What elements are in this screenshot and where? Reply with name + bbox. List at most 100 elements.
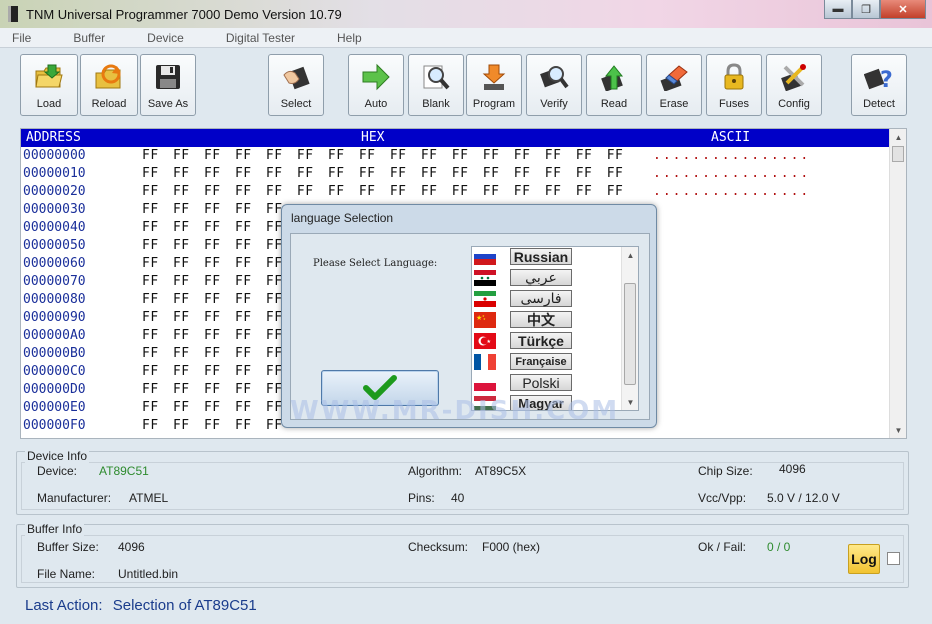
pins-label: Pins: [408, 491, 435, 505]
chip-size-value: 4096 [779, 462, 806, 476]
watermark: WWW.MR-DISH.COM [290, 396, 620, 426]
manufacturer-label: Manufacturer: [37, 491, 112, 505]
minimize-button[interactable]: ▬ [824, 0, 852, 19]
language-scroll-thumb[interactable] [624, 283, 636, 385]
language-label-french: Française [510, 353, 572, 370]
lock-icon [719, 62, 749, 92]
svg-text:★: ★ [483, 317, 486, 321]
checksum-value: F000 (hex) [482, 540, 541, 554]
hex-address: 00000040 [23, 220, 86, 235]
language-selection-dialog: language Selection Please Select Languag… [281, 204, 657, 428]
hex-address: 00000050 [23, 238, 86, 253]
hex-ascii: ................ [653, 166, 811, 181]
hex-bytes: FF FF FF FF FF [142, 382, 283, 397]
hex-scroll-thumb[interactable] [892, 146, 904, 162]
window-title: TNM Universal Programmer 7000 Demo Versi… [26, 6, 342, 22]
language-prompt: Please Select Language: [313, 258, 438, 269]
hex-address: 000000F0 [23, 418, 86, 433]
verify-magnifier-icon [539, 62, 569, 92]
hex-address: 000000C0 [23, 364, 86, 379]
hex-bytes: FF FF FF FF FF [142, 346, 283, 361]
language-label-turkish: Türkçe [510, 332, 572, 349]
language-scroll-up-icon[interactable]: ▲ [622, 247, 638, 263]
scroll-up-icon[interactable]: ▲ [890, 129, 906, 145]
checksum-label: Checksum: [408, 540, 469, 554]
eraser-icon [659, 62, 689, 92]
buffer-info-group: Buffer Info Buffer Size: 4096 Checksum: … [16, 522, 909, 588]
hex-row[interactable]: 00000000 FF FF FF FF FF FF FF FF FF FF FF… [21, 147, 889, 165]
vcc-value: 5.0 V / 12.0 V [767, 491, 840, 505]
auto-button[interactable]: Auto [348, 54, 404, 116]
hex-bytes: FF FF FF FF FF [142, 400, 283, 415]
scroll-down-icon[interactable]: ▼ [890, 422, 906, 438]
window-controls: ▬ ❐ ✕ [824, 0, 926, 19]
config-button[interactable]: Config [766, 54, 822, 116]
language-scrollbar[interactable]: ▲ ▼ [621, 247, 638, 410]
erase-button[interactable]: Erase [646, 54, 702, 116]
language-item-russian[interactable]: Russian [472, 247, 622, 268]
language-label-chinese: 中文 [510, 311, 572, 329]
blank-magnifier-icon [421, 62, 451, 92]
verify-button[interactable]: Verify [526, 54, 582, 116]
language-item-polish[interactable]: Polski [472, 373, 622, 394]
menu-file[interactable]: File [0, 31, 43, 45]
language-item-french[interactable]: Française [472, 352, 622, 373]
hex-header-address: ADDRESS [26, 130, 81, 145]
last-action-label: Last Action: [25, 597, 103, 614]
vcc-label: Vcc/Vpp: [698, 491, 747, 505]
menu-buffer[interactable]: Buffer [61, 31, 117, 45]
verify-label: Verify [540, 98, 568, 110]
reload-button[interactable]: Reload [80, 54, 138, 116]
device-label: Device: [37, 464, 78, 478]
hex-header: ADDRESS HEX ASCII [21, 129, 889, 147]
hex-header-ascii: ASCII [711, 130, 751, 145]
language-scroll-down-icon[interactable]: ▼ [622, 394, 638, 410]
iran-flag-icon [474, 291, 496, 307]
hex-address: 00000070 [23, 274, 86, 289]
language-item-turkish[interactable]: ★ Türkçe [472, 331, 622, 352]
device-value: AT89C51 [99, 464, 149, 478]
save-as-button[interactable]: Save As [140, 54, 196, 116]
hex-address: 00000080 [23, 292, 86, 307]
language-list[interactable]: Russian عربي فارسی ★ ★ ★ 中文 ★ Türkçe Fra… [471, 246, 639, 411]
read-button[interactable]: Read [586, 54, 642, 116]
buffer-size-value: 4096 [118, 540, 145, 554]
hex-scrollbar[interactable]: ▲ ▼ [889, 129, 906, 438]
hex-address: 000000A0 [23, 328, 86, 343]
syria-flag-icon [474, 270, 496, 286]
dialog-client: Please Select Language: Russian عربي فار… [290, 233, 650, 420]
auto-arrow-icon [361, 62, 391, 92]
toolbar: Load Reload Save As Select Auto Blank Pr… [0, 48, 932, 124]
save-as-label: Save As [147, 98, 189, 110]
device-info-group: Device Info Device: AT89C51 Algorithm: A… [16, 449, 909, 515]
blank-button[interactable]: Blank [408, 54, 464, 116]
hex-bytes: FF FF FF FF FF [142, 328, 283, 343]
menu-device[interactable]: Device [135, 31, 196, 45]
menu-digital-tester[interactable]: Digital Tester [214, 31, 307, 45]
maximize-button[interactable]: ❐ [852, 0, 880, 19]
fuses-button[interactable]: Fuses [706, 54, 762, 116]
erase-label: Erase [659, 98, 689, 110]
log-notepad-icon[interactable]: Log [848, 544, 880, 574]
language-item-arabic[interactable]: عربي [472, 268, 622, 289]
language-item-farsi[interactable]: فارسی [472, 289, 622, 310]
select-button[interactable]: Select [268, 54, 324, 116]
read-upload-icon [599, 62, 629, 92]
ok-fail-value: 0 / 0 [767, 540, 791, 554]
hex-row[interactable]: 00000010 FF FF FF FF FF FF FF FF FF FF FF… [21, 165, 889, 183]
log-checkbox[interactable] [887, 552, 900, 565]
menu-help[interactable]: Help [325, 31, 374, 45]
language-item-chinese[interactable]: ★ ★ ★ 中文 [472, 310, 622, 331]
hex-address: 00000060 [23, 256, 86, 271]
select-chip-icon [281, 62, 311, 92]
detect-question-icon: ? [864, 62, 894, 92]
close-button[interactable]: ✕ [880, 0, 926, 19]
program-button[interactable]: Program [466, 54, 522, 116]
load-button[interactable]: Load [20, 54, 78, 116]
hex-bytes: FF FF FF FF FF [142, 364, 283, 379]
hex-bytes: FF FF FF FF FF [142, 220, 283, 235]
buffer-info-title: Buffer Info [25, 522, 85, 536]
detect-button[interactable]: ? Detect [851, 54, 907, 116]
hex-row[interactable]: 00000020 FF FF FF FF FF FF FF FF FF FF FF… [21, 183, 889, 201]
hex-header-hex: HEX [361, 130, 385, 145]
